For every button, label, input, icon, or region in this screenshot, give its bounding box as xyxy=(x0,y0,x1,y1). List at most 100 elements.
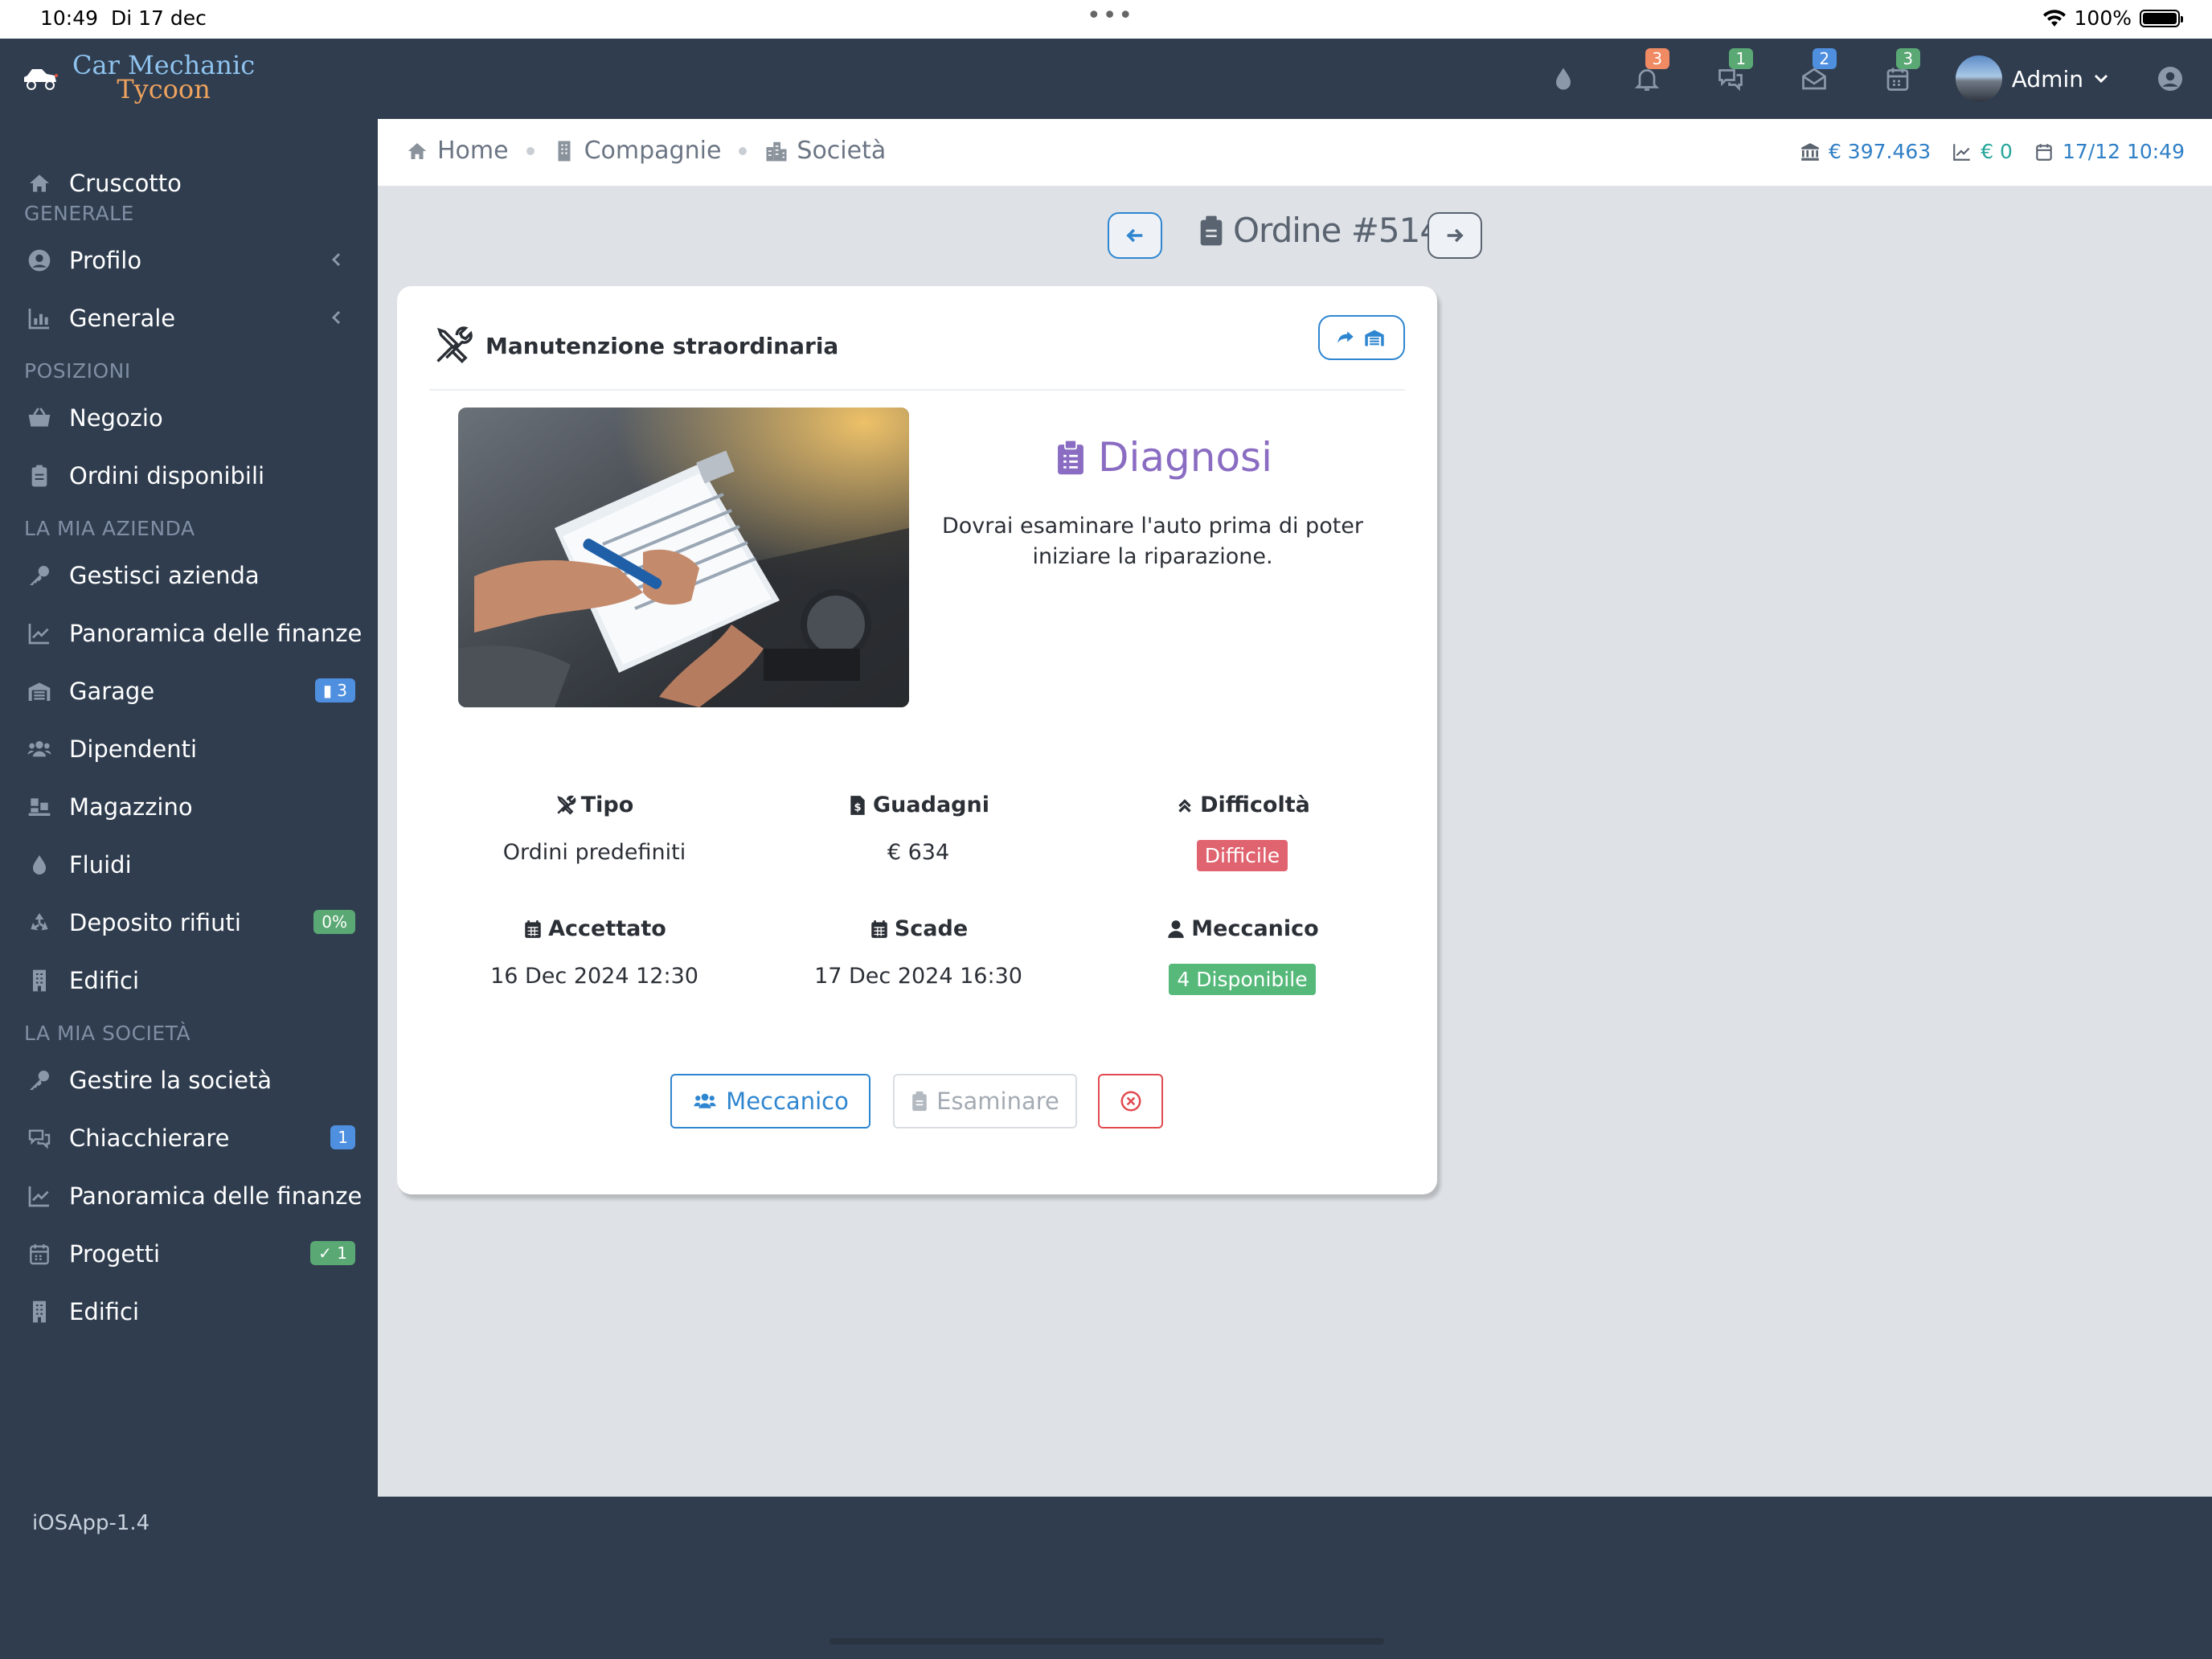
order-title: Ordine #514 xyxy=(1198,211,1441,250)
order-card: Manutenzione straordinaria Diagnosi Dovr… xyxy=(397,286,1437,1194)
breadcrumb-home[interactable]: Home xyxy=(405,137,509,165)
droplet-icon xyxy=(26,851,53,879)
chevron-left-icon xyxy=(331,310,341,325)
sidebar-section-my-society: LA MIA SOCIETÀ xyxy=(24,1022,191,1045)
chevron-down-icon xyxy=(2094,74,2108,84)
diagnosis-title-text: Diagnosi xyxy=(1098,434,1272,481)
sidebar-item-manage-company[interactable]: Gestisci azienda xyxy=(0,547,378,604)
users-icon xyxy=(26,735,53,763)
tools-icon xyxy=(556,795,576,815)
next-order-button[interactable] xyxy=(1428,212,1482,259)
bank-balance-value: € 397.463 xyxy=(1828,140,1931,163)
sidebar-item-garage[interactable]: Garage ▮ 3 xyxy=(0,662,378,720)
sidebar-item-buildings-2[interactable]: Edifici xyxy=(0,1283,378,1341)
bank-balance[interactable]: € 397.463 xyxy=(1800,140,1931,163)
detail-due: Scade 17 Dec 2024 16:30 xyxy=(756,916,1080,989)
sidebar-item-available-orders[interactable]: Ordini disponibili xyxy=(0,447,378,505)
calendar-icon xyxy=(26,1240,53,1268)
multitasking-dots[interactable]: ••• xyxy=(1087,2,1134,30)
sidebar-item-shop[interactable]: Negozio xyxy=(0,389,378,447)
svg-text:$: $ xyxy=(854,801,861,813)
earnings-value: € 634 xyxy=(887,840,950,865)
line-chart-icon xyxy=(1953,143,1970,161)
sidebar-item-fluids[interactable]: Fluidi xyxy=(0,836,378,894)
clipboard-icon xyxy=(26,462,53,490)
type-value: Ordini predefiniti xyxy=(502,840,686,865)
breadcrumb-companies[interactable]: Compagnie xyxy=(552,137,722,165)
status-time: 10:49 Di 17 dec xyxy=(40,6,207,30)
sidebar-item-finance-overview[interactable]: Panoramica delle finanze xyxy=(0,604,378,662)
calendar-badge: 3 xyxy=(1895,48,1920,69)
sidebar-label: Chiacchierare xyxy=(69,1124,230,1152)
sidebar-item-profile[interactable]: Profilo xyxy=(0,231,378,289)
status-clock: 10:49 xyxy=(40,6,99,30)
arrow-right-icon xyxy=(1447,228,1464,243)
diagnosis-description: Dovrai esaminare l'auto prima di poter i… xyxy=(941,514,1364,569)
sidebar-item-employees[interactable]: Dipendenti xyxy=(0,720,378,778)
accepted-label: Accettato xyxy=(548,916,666,941)
examine-button[interactable]: Esaminare xyxy=(893,1074,1077,1129)
calendar-button[interactable]: 3 xyxy=(1856,39,1940,119)
app-logo[interactable]: Car Mechanic Tycoon xyxy=(21,52,255,102)
sidebar: Cruscotto GENERALE Profilo Generale POSI… xyxy=(0,119,378,1659)
examine-label: Esaminare xyxy=(936,1088,1059,1115)
difficulty-label: Difficoltà xyxy=(1200,793,1310,817)
ios-status-bar: 10:49 Di 17 dec ••• 100% xyxy=(0,0,2212,39)
sidebar-item-finance-overview-2[interactable]: Panoramica delle finanze xyxy=(0,1167,378,1225)
cancel-order-button[interactable] xyxy=(1098,1074,1163,1129)
notifications-badge: 3 xyxy=(1645,48,1669,69)
breadcrumb-label: Compagnie xyxy=(584,137,722,165)
sidebar-item-waste[interactable]: Deposito rifiuti 0% xyxy=(0,894,378,952)
logo-text: Car Mechanic Tycoon xyxy=(72,52,255,102)
garage-badge: ▮ 3 xyxy=(314,678,355,703)
breadcrumb: Home Compagnie Società xyxy=(405,137,886,165)
sidebar-item-manage-society[interactable]: Gestire la società xyxy=(0,1051,378,1109)
breadcrumb-society[interactable]: Società xyxy=(764,137,886,165)
sidebar-item-warehouse[interactable]: Magazzino xyxy=(0,778,378,836)
pallet-icon xyxy=(26,793,53,821)
detail-label: Difficoltà xyxy=(1080,793,1404,817)
top-navbar: Car Mechanic Tycoon 3 1 2 3 Admin xyxy=(0,39,2212,119)
bank-icon xyxy=(1801,142,1819,161)
city-icon xyxy=(766,141,787,161)
breadcrumb-separator xyxy=(526,146,535,155)
notifications-button[interactable]: 3 xyxy=(1605,39,1689,119)
user-circle-icon xyxy=(26,247,53,274)
mail-button[interactable]: 2 xyxy=(1772,39,1856,119)
difficulty-value-wrap: Difficile xyxy=(1080,840,1404,871)
home-indicator[interactable] xyxy=(830,1638,1384,1645)
account-button[interactable] xyxy=(2138,39,2202,119)
sidebar-label: Dipendenti xyxy=(69,735,198,763)
mechanic-label: Meccanico xyxy=(1191,916,1319,941)
sidebar-item-chat[interactable]: Chiacchierare 1 xyxy=(0,1109,378,1167)
detail-label: Tipo xyxy=(432,793,756,817)
sidebar-item-buildings[interactable]: Edifici xyxy=(0,952,378,1010)
sidebar-item-projects[interactable]: Progetti ✓ 1 xyxy=(0,1225,378,1283)
chat-button[interactable]: 1 xyxy=(1689,39,1772,119)
close-circle-icon xyxy=(1120,1091,1141,1112)
sidebar-item-general[interactable]: Generale xyxy=(0,289,378,347)
fluids-button[interactable] xyxy=(1522,39,1605,119)
sidebar-label: Ordini disponibili xyxy=(69,462,265,490)
sidebar-label: Panoramica delle finanze xyxy=(69,1182,363,1210)
key-icon xyxy=(26,562,53,589)
wifi-icon xyxy=(2042,9,2066,27)
detail-label: Scade xyxy=(756,916,1080,941)
income[interactable]: € 0 xyxy=(1952,140,2013,163)
chevron-left-icon xyxy=(331,252,341,267)
user-menu[interactable]: Admin xyxy=(1940,39,2138,119)
detail-type: Tipo Ordini predefiniti xyxy=(432,793,756,865)
sidebar-label: Progetti xyxy=(69,1240,161,1268)
sidebar-label: Gestisci azienda xyxy=(69,562,260,589)
calendar-icon xyxy=(525,920,541,938)
building-icon xyxy=(26,1298,53,1325)
avatar xyxy=(1955,55,2002,102)
assign-mechanic-button[interactable]: Meccanico xyxy=(670,1074,870,1129)
detail-difficulty: Difficoltà Difficile xyxy=(1080,793,1404,871)
send-to-garage-button[interactable] xyxy=(1318,315,1405,360)
projects-badge-count: 1 xyxy=(337,1243,347,1263)
game-datetime[interactable]: 17/12 10:49 xyxy=(2034,140,2185,163)
double-chevron-up-icon xyxy=(1178,798,1191,813)
difficulty-badge: Difficile xyxy=(1196,840,1288,871)
previous-order-button[interactable] xyxy=(1108,212,1162,259)
